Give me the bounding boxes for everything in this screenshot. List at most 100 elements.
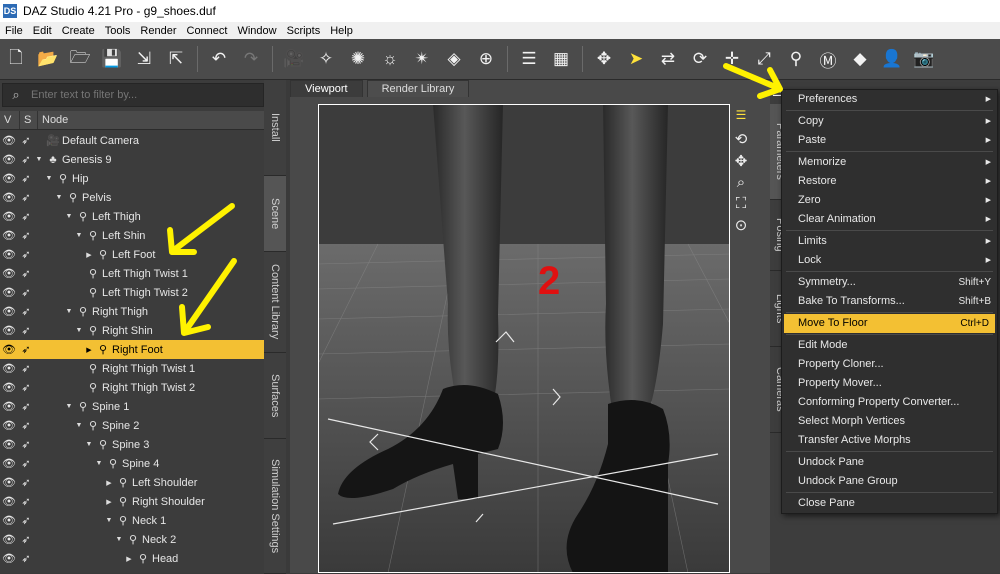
menu-window[interactable]: Window: [232, 25, 281, 37]
new-file-icon[interactable]: 🗋: [2, 45, 30, 73]
orbit-icon[interactable]: ⟲: [730, 130, 752, 148]
visibility-eye-icon[interactable]: 👁: [0, 191, 18, 204]
visibility-eye-icon[interactable]: 👁: [0, 381, 18, 394]
visibility-eye-icon[interactable]: 👁: [0, 400, 18, 413]
expand-arrow-icon[interactable]: ▼: [104, 517, 114, 524]
selectable-cursor-icon[interactable]: ➶: [18, 153, 34, 166]
menu-help[interactable]: Help: [325, 25, 358, 37]
selectable-cursor-icon[interactable]: ➶: [18, 457, 34, 470]
scene-node-row[interactable]: 👁 ➶ ▼ ⚲ Spine 2: [0, 416, 264, 435]
filter-input[interactable]: [29, 88, 253, 102]
scene-node-row[interactable]: 👁 ➶ ▼ ⚲ Spine 1: [0, 397, 264, 416]
selectable-cursor-icon[interactable]: ➶: [18, 134, 34, 147]
selectable-cursor-icon[interactable]: ➶: [18, 362, 34, 375]
menu-item-copy[interactable]: Copy ▶: [782, 112, 997, 131]
expand-arrow-icon[interactable]: ▼: [64, 308, 74, 315]
visibility-eye-icon[interactable]: 👁: [0, 286, 18, 299]
visibility-eye-icon[interactable]: 👁: [0, 419, 18, 432]
save-icon[interactable]: 💾: [98, 45, 126, 73]
selectable-cursor-icon[interactable]: ➶: [18, 229, 34, 242]
visibility-eye-icon[interactable]: 👁: [0, 514, 18, 527]
menu-connect[interactable]: Connect: [182, 25, 233, 37]
viewport-canvas[interactable]: 2: [318, 104, 730, 573]
selectable-cursor-icon[interactable]: ➶: [18, 210, 34, 223]
menu-create[interactable]: Create: [57, 25, 100, 37]
scene-node-row[interactable]: 👁 ➶ ▶ ⚲ Right Foot: [0, 340, 264, 359]
menu-item-clear-animation[interactable]: Clear Animation ▶: [782, 210, 997, 229]
tab-viewport[interactable]: Viewport: [290, 80, 363, 97]
spotlight-icon[interactable]: ✧: [312, 45, 340, 73]
undo-icon[interactable]: ↶: [205, 45, 233, 73]
distant-light-icon[interactable]: ☼: [376, 45, 404, 73]
selectable-cursor-icon[interactable]: ➶: [18, 172, 34, 185]
menu-item-close-pane[interactable]: Close Pane: [782, 494, 997, 513]
expand-arrow-icon[interactable]: ▼: [64, 403, 74, 410]
null-node-icon[interactable]: ⊕: [472, 45, 500, 73]
menu-render[interactable]: Render: [135, 25, 181, 37]
selectable-cursor-icon[interactable]: ➶: [18, 533, 34, 546]
visibility-eye-icon[interactable]: 👁: [0, 495, 18, 508]
selectable-cursor-icon[interactable]: ➶: [18, 381, 34, 394]
expand-arrow-icon[interactable]: ▶: [104, 479, 114, 487]
scene-node-row[interactable]: 👁 ➶ ▶ ⚲ Right Shoulder: [0, 492, 264, 511]
import-icon[interactable]: ⇲: [130, 45, 158, 73]
align-icon[interactable]: ☰: [515, 45, 543, 73]
merge-folder-icon[interactable]: 🗁: [66, 45, 94, 73]
scene-node-row[interactable]: 👁 ➶ ▼ ♣ Genesis 9: [0, 150, 264, 169]
menu-scripts[interactable]: Scripts: [282, 25, 326, 37]
visibility-eye-icon[interactable]: 👁: [0, 324, 18, 337]
universal-tool-icon[interactable]: ✥: [590, 45, 618, 73]
menu-item-limits[interactable]: Limits ▶: [782, 232, 997, 251]
reset-view-icon[interactable]: ⊙: [730, 216, 752, 234]
menu-item-lock[interactable]: Lock ▶: [782, 251, 997, 270]
expand-arrow-icon[interactable]: ▼: [74, 232, 84, 239]
visibility-eye-icon[interactable]: 👁: [0, 305, 18, 318]
menu-edit[interactable]: Edit: [28, 25, 57, 37]
menu-item-move-to-floor[interactable]: Move To Floor Ctrl+D: [784, 314, 995, 333]
scene-node-row[interactable]: 👁 ➶ ▼ ⚲ Neck 2: [0, 530, 264, 549]
menu-item-preferences[interactable]: Preferences ▶: [782, 90, 997, 109]
selectable-cursor-icon[interactable]: ➶: [18, 438, 34, 451]
redo-icon[interactable]: ↷: [237, 45, 265, 73]
scene-node-row[interactable]: 👁 ➶ ▶ ⚲ Head: [0, 549, 264, 568]
expand-arrow-icon[interactable]: ▶: [84, 251, 94, 259]
scene-node-row[interactable]: 👁 ➶ ⚲ Right Thigh Twist 1: [0, 359, 264, 378]
scene-node-row[interactable]: 👁 ➶ ▼ ⚲ Neck 1: [0, 511, 264, 530]
visibility-eye-icon[interactable]: 👁: [0, 457, 18, 470]
menu-item-conforming-property-converter[interactable]: Conforming Property Converter...: [782, 393, 997, 412]
expand-arrow-icon[interactable]: ▼: [34, 156, 44, 163]
expand-arrow-icon[interactable]: ▶: [104, 498, 114, 506]
linear-light-icon[interactable]: ✴: [408, 45, 436, 73]
surface-selection-icon[interactable]: ◆: [846, 45, 874, 73]
visibility-eye-icon[interactable]: 👁: [0, 229, 18, 242]
selectable-cursor-icon[interactable]: ➶: [18, 476, 34, 489]
menu-item-restore[interactable]: Restore ▶: [782, 172, 997, 191]
expand-arrow-icon[interactable]: ▼: [114, 536, 124, 543]
visibility-eye-icon[interactable]: 👁: [0, 153, 18, 166]
node-column-header[interactable]: Node: [38, 111, 264, 129]
tab-render-library[interactable]: Render Library: [366, 80, 470, 97]
tab-scene[interactable]: Scene: [264, 176, 286, 252]
pan-icon[interactable]: ✥: [730, 152, 752, 170]
visibility-eye-icon[interactable]: 👁: [0, 438, 18, 451]
translate-icon[interactable]: ⇄: [654, 45, 682, 73]
menu-item-undock-pane[interactable]: Undock Pane: [782, 453, 997, 472]
selectable-cursor-icon[interactable]: ➶: [18, 514, 34, 527]
tab-surfaces[interactable]: Surfaces: [264, 353, 286, 439]
menu-item-select-morph-vertices[interactable]: Select Morph Vertices: [782, 412, 997, 431]
visibility-eye-icon[interactable]: 👁: [0, 476, 18, 489]
selectable-cursor-icon[interactable]: ➶: [18, 286, 34, 299]
expand-arrow-icon[interactable]: ▶: [84, 346, 94, 354]
expand-arrow-icon[interactable]: ▶: [124, 555, 134, 563]
expand-arrow-icon[interactable]: ▼: [94, 460, 104, 467]
selectable-cursor-icon[interactable]: ➶: [18, 419, 34, 432]
expand-arrow-icon[interactable]: ▼: [74, 327, 84, 334]
menu-item-bake-to-transforms[interactable]: Bake To Transforms... Shift+B: [782, 292, 997, 311]
visibility-eye-icon[interactable]: 👁: [0, 267, 18, 280]
selectable-cursor-icon[interactable]: ➶: [18, 495, 34, 508]
visibility-column-header[interactable]: V: [0, 111, 20, 129]
selectable-cursor-icon[interactable]: ➶: [18, 305, 34, 318]
zoom-icon[interactable]: ⌕: [730, 174, 752, 191]
menu-file[interactable]: File: [0, 25, 28, 37]
menu-tools[interactable]: Tools: [100, 25, 136, 37]
